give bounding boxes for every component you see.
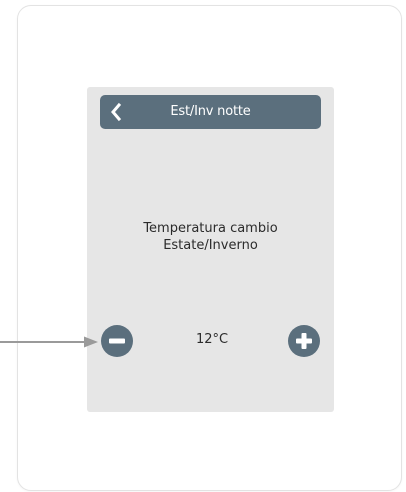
screen-header: Est/Inv notte <box>100 95 321 129</box>
decrease-button[interactable] <box>101 325 133 357</box>
device-screen: Est/Inv notte Temperatura cambio Estate/… <box>87 87 334 412</box>
stage: Est/Inv notte Temperatura cambio Estate/… <box>0 0 406 492</box>
minus-icon <box>109 338 125 344</box>
increase-button[interactable] <box>288 325 320 357</box>
page-title: Est/Inv notte <box>170 104 251 119</box>
setting-description: Temperatura cambio Estate/Inverno <box>87 220 334 254</box>
temperature-value: 12°C <box>195 332 229 347</box>
setting-description-line2: Estate/Inverno <box>163 238 258 253</box>
plus-icon <box>296 333 312 349</box>
callout-arrow <box>0 334 100 348</box>
setting-description-line1: Temperatura cambio <box>143 221 278 236</box>
